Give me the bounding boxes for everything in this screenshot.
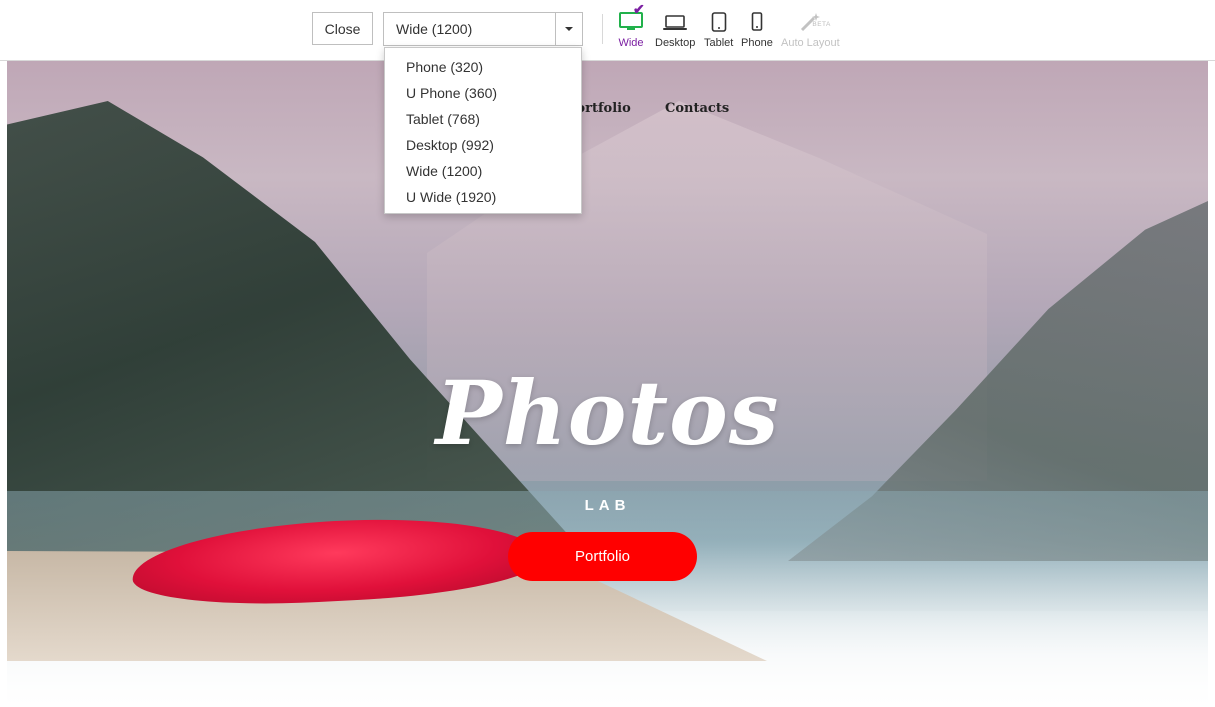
phone-icon <box>751 10 763 32</box>
auto-layout-label: Auto Layout <box>781 37 840 49</box>
device-tablet-label: Tablet <box>704 37 734 49</box>
close-button[interactable]: Close <box>312 12 373 45</box>
resolution-option[interactable]: U Phone (360) <box>385 80 581 106</box>
resolution-option[interactable]: Phone (320) <box>385 54 581 80</box>
editor-toolbar: Close Wide (1200) ✔ Wide Desktop Tablet … <box>0 0 1215 61</box>
resolution-select-toggle[interactable] <box>555 13 582 45</box>
magic-wand-icon: BETA <box>798 10 830 32</box>
device-phone-button[interactable]: Phone <box>741 10 773 49</box>
hero-title: Photos <box>435 361 780 465</box>
laptop-icon <box>663 10 688 32</box>
hero-portfolio-button[interactable]: Portfolio <box>508 532 697 581</box>
resolution-option[interactable]: Wide (1200) <box>385 158 581 184</box>
device-phone-label: Phone <box>741 37 773 49</box>
resolution-select[interactable]: Wide (1200) <box>383 12 583 46</box>
device-tablet-button[interactable]: Tablet <box>704 10 733 49</box>
beta-badge: BETA <box>812 21 831 28</box>
device-desktop-button[interactable]: Desktop <box>655 10 695 49</box>
tablet-icon <box>711 10 727 32</box>
site-preview: Portfolio Contacts Photos LAB Portfolio <box>7 61 1208 707</box>
toolbar-divider <box>602 14 603 44</box>
resolution-option[interactable]: Tablet (768) <box>385 106 581 132</box>
nav-contacts[interactable]: Contacts <box>665 101 729 116</box>
hero-subtitle: LAB <box>584 497 631 514</box>
monitor-icon: ✔ <box>618 1 645 32</box>
device-desktop-label: Desktop <box>655 37 696 49</box>
device-wide-button[interactable]: ✔ Wide <box>618 1 645 49</box>
resolution-select-value: Wide (1200) <box>396 21 473 37</box>
resolution-option[interactable]: Desktop (992) <box>385 132 581 158</box>
chevron-down-icon <box>565 27 573 31</box>
device-wide-label: Wide <box>618 37 644 49</box>
resolution-dropdown-menu: Phone (320) U Phone (360) Tablet (768) D… <box>384 47 582 214</box>
checkmark-icon: ✔ <box>633 1 645 17</box>
resolution-option[interactable]: U Wide (1920) <box>385 184 581 210</box>
auto-layout-button[interactable]: BETA Auto Layout <box>781 10 840 49</box>
